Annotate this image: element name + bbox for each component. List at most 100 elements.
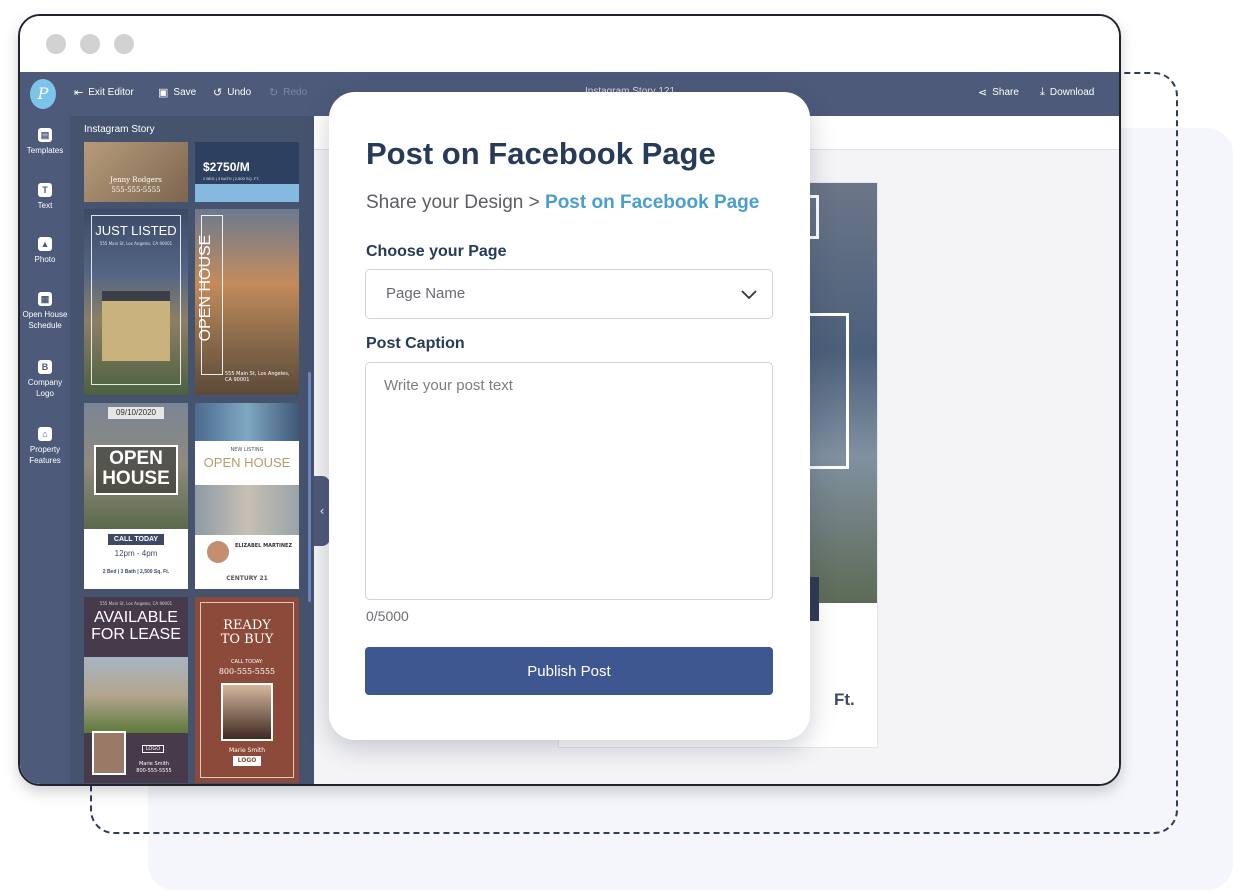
house-icon: ⌂ [38, 427, 52, 441]
undo-button[interactable]: ↺ Undo [213, 86, 251, 99]
template-card-text: ELIZABEL MARTINEZ [235, 543, 293, 549]
template-card[interactable]: Jenny Rodgers 555-555-5555 [84, 142, 188, 202]
stage: P ⇤ Exit Editor ▣ Save ↺ Undo ↻ Redo Ins [0, 0, 1233, 892]
page-select-label: Choose your Page [366, 243, 507, 260]
preview-text: Ft. [834, 690, 855, 709]
modal-title: Post on Facebook Page [366, 136, 716, 171]
sidebar-item-text[interactable]: T Text [20, 183, 70, 211]
sidebar-item-company-logo[interactable]: B Company Logo [20, 360, 70, 399]
template-card-headline: HOUSE [102, 468, 170, 489]
template-card-logo: LOGO [233, 756, 261, 766]
template-card-house [102, 291, 170, 361]
window-chrome [20, 16, 1119, 72]
template-card-logo: LOGO [142, 745, 164, 753]
template-card[interactable]: 09/10/2020 OPEN HOUSE CALL TODAY 12pm - … [84, 403, 188, 589]
sidebar-item-label: Text [37, 201, 53, 210]
templates-panel: Instagram Story Jenny Rodgers 555-555-55… [70, 116, 314, 784]
caption-label: Post Caption [366, 335, 465, 352]
sidebar-item-label: Open House Schedule [22, 310, 68, 330]
collapse-panel-button[interactable]: ‹ [314, 476, 330, 546]
template-card[interactable]: $2750/M 2 BED | 3 BATH | 2,500 SQ. FT. [195, 142, 299, 202]
template-card[interactable]: JUST LISTED 555 Main St, Los Angeles, CA… [84, 209, 188, 395]
templates-scrollbar[interactable] [308, 372, 311, 602]
page-select[interactable]: Page Name [365, 269, 773, 319]
template-card-headline: OPEN [109, 448, 163, 469]
template-card-photo [195, 403, 299, 441]
sidebar-item-label: Company Logo [27, 378, 63, 398]
redo-icon: ↻ [269, 87, 279, 99]
share-button[interactable]: ⋖ Share [978, 86, 1019, 99]
template-card-text: Marie Smith [228, 747, 266, 754]
template-card-text: CENTURY 21 [226, 575, 268, 582]
app-logo[interactable]: P [30, 79, 56, 109]
download-icon: ⤓ [1040, 86, 1045, 98]
template-card-text: 2 Bed | 3 Bath | 2,500 Sq. Ft. [102, 569, 170, 575]
template-card-text: 800-555-5555 [136, 768, 172, 774]
chevron-down-icon [741, 290, 757, 300]
share-icon: ⋖ [978, 87, 988, 99]
window-dot-close[interactable] [46, 34, 66, 54]
sidebar-tabs: ▤ Templates T Text ▲ Photo ▦ Open House … [20, 116, 70, 784]
template-card-headline: FOR LEASE [91, 626, 181, 643]
caption-textarea[interactable] [365, 362, 773, 600]
avatar [207, 541, 229, 563]
sidebar-item-label: Templates [26, 146, 64, 155]
sidebar-item-photo[interactable]: ▲ Photo [20, 237, 70, 265]
chevron-left-icon: ‹ [319, 504, 325, 518]
template-card-price: $2750/M [203, 160, 250, 174]
sidebar-item-property-features[interactable]: ⌂ Property Features [20, 427, 70, 466]
sidebar-item-open-house-schedule[interactable]: ▦ Open House Schedule [20, 292, 70, 331]
photo-icon: ▲ [38, 237, 52, 251]
template-card-headline: AVAILABLE [94, 609, 178, 626]
breadcrumb-current: Post on Facebook Page [545, 192, 760, 213]
publish-post-button[interactable]: Publish Post [365, 647, 773, 695]
facebook-post-modal: Post on Facebook Page Share your Design … [329, 92, 810, 740]
breadcrumb: Share your Design > Post on Facebook Pag… [366, 192, 759, 214]
share-label: Share [992, 87, 1019, 98]
calendar-icon: ▦ [38, 292, 52, 306]
template-card-text: 555-555-5555 [111, 186, 161, 194]
logo-b-icon: B [38, 360, 52, 374]
sidebar-item-templates[interactable]: ▤ Templates [20, 128, 70, 156]
template-card-time: 12pm - 4pm [114, 549, 158, 558]
save-label: Save [173, 87, 197, 98]
template-card[interactable]: READY TO BUY CALL TODAY: 800-555-5555 Ma… [195, 597, 299, 783]
template-card[interactable]: OPEN HOUSE 555 Main St, Los Angeles, CA … [195, 209, 299, 395]
sidebar-item-label: Property Features [29, 445, 61, 465]
avatar [221, 683, 273, 741]
template-card-headline: OPEN HOUSE [203, 455, 291, 470]
caption-counter: 0/5000 [366, 608, 409, 624]
templates-panel-title: Instagram Story [84, 124, 155, 135]
template-card-photo [84, 657, 188, 733]
redo-label: Redo [283, 87, 308, 98]
template-card-cta: CALL TODAY: [231, 659, 263, 665]
template-card-text: Jenny Rodgers [110, 176, 162, 184]
template-card-text: 800-555-5555 [218, 667, 276, 676]
download-button[interactable]: ⤓ Download [1040, 86, 1094, 99]
template-card-text: Marie Smith [138, 761, 170, 767]
exit-editor-button[interactable]: ⇤ Exit Editor [74, 86, 134, 99]
exit-icon: ⇤ [74, 87, 84, 99]
template-card-photo [195, 485, 299, 535]
save-button[interactable]: ▣ Save [158, 86, 196, 99]
undo-icon: ↺ [213, 87, 223, 99]
page-select-value: Page Name [386, 285, 466, 302]
breadcrumb-parent[interactable]: Share your Design > [366, 192, 540, 213]
template-card[interactable]: 555 Main St, Los Angeles, CA 90001 AVAIL… [84, 597, 188, 783]
template-card-text: 555 Main St, Los Angeles, CA 90001 [99, 601, 173, 606]
redo-button[interactable]: ↻ Redo [269, 86, 307, 99]
template-card-headline: READY [223, 618, 271, 633]
template-card-headline: TO BUY [220, 632, 274, 647]
template-card[interactable]: NEW LISTING OPEN HOUSE ELIZABEL MARTINEZ… [195, 403, 299, 589]
template-card-date: 09/10/2020 [108, 407, 164, 419]
template-card-text: NEW LISTING [230, 447, 264, 453]
avatar [92, 731, 126, 775]
window-dot-maximize[interactable] [114, 34, 134, 54]
template-card-headline: JUST LISTED [95, 223, 177, 238]
window-dot-minimize[interactable] [80, 34, 100, 54]
download-label: Download [1049, 87, 1095, 98]
template-card-text: 2 BED | 3 BATH | 2,500 SQ. FT. [203, 176, 260, 181]
undo-label: Undo [227, 87, 252, 98]
exit-editor-label: Exit Editor [88, 87, 134, 98]
template-card-cta: CALL TODAY [108, 534, 164, 545]
